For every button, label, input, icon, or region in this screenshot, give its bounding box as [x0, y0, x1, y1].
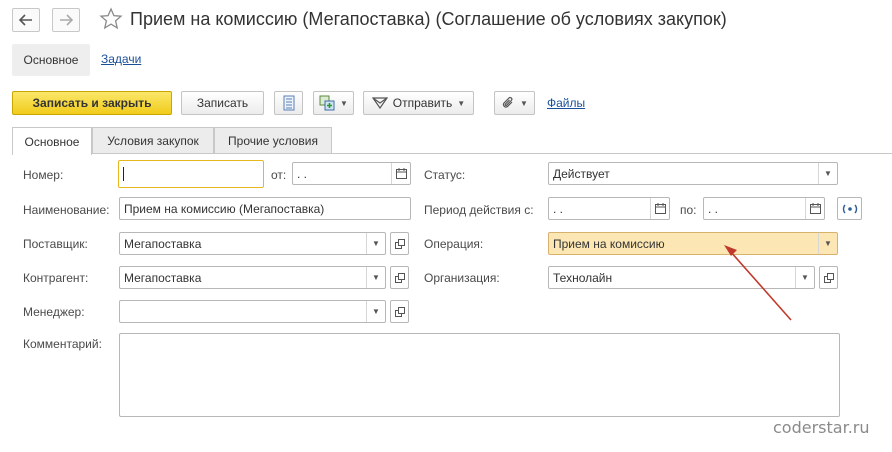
tab-main[interactable]: Основное: [12, 127, 92, 155]
annotation-arrow: [724, 245, 792, 321]
watermark: coderstar.ru: [773, 418, 870, 437]
